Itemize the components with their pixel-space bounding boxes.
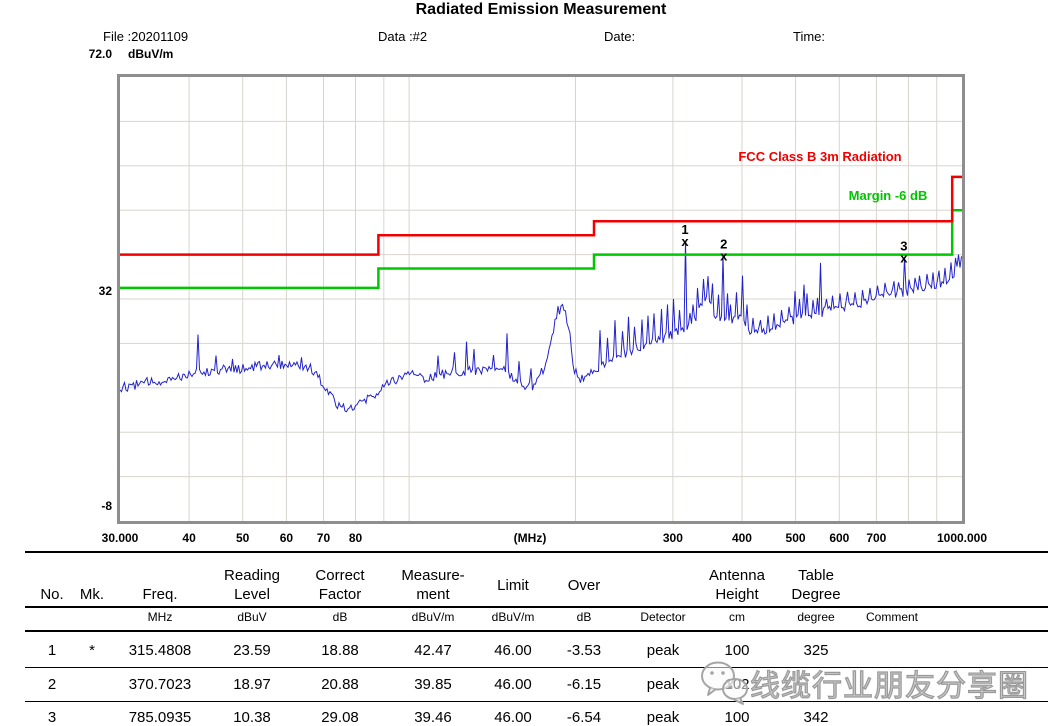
- unit-comment: Comment: [864, 610, 1050, 624]
- spectrum-chart: 1x2x3x FCC Class B 3m Radiation Margin -…: [117, 74, 965, 524]
- data-label: Data :#2: [378, 29, 427, 44]
- cell-no: 3: [28, 709, 76, 726]
- cell-mk: [76, 709, 108, 726]
- unit-mk: [76, 610, 108, 624]
- y-axis-min-label: -8: [58, 499, 112, 513]
- svg-text:x: x: [900, 251, 908, 266]
- cell-measurement: 39.46: [388, 709, 478, 726]
- cell-no: 1: [28, 642, 76, 659]
- x-tick-1000.000: 1000.000: [937, 531, 987, 545]
- unit-limit: dBuV/m: [478, 610, 548, 624]
- cell-reading-level: 18.97: [212, 676, 292, 693]
- y-axis-mid-label: 32: [58, 284, 112, 298]
- cell-reading-level: 23.59: [212, 642, 292, 659]
- y-axis-unit-label: dBuV/m: [128, 47, 208, 61]
- unit-measurement: dBuV/m: [388, 610, 478, 624]
- header-table-degree: Table Degree: [768, 566, 864, 604]
- header-no: No.: [28, 585, 76, 604]
- watermark-text: 线缆行业朋友分享圈: [750, 661, 1029, 705]
- x-tick-600: 600: [829, 531, 849, 545]
- x-tick-30.000: 30.000: [102, 531, 139, 545]
- unit-correct-factor: dB: [292, 610, 388, 624]
- spectrum-plot-svg: 1x2x3x: [120, 77, 962, 521]
- time-label: Time:: [793, 29, 825, 44]
- cell-limit: 46.00: [478, 676, 548, 693]
- x-tick-500: 500: [786, 531, 806, 545]
- cell-measurement: 39.85: [388, 676, 478, 693]
- y-axis-max-label: 72.0: [58, 47, 112, 61]
- x-tick-300: 300: [663, 531, 683, 545]
- table-top-rule: [25, 551, 1048, 553]
- x-tick-60: 60: [280, 531, 293, 545]
- table-header-row: No.Mk.Freq.Reading LevelCorrect FactorMe…: [28, 556, 1050, 604]
- header-mk: Mk.: [76, 585, 108, 604]
- x-tick-400: 400: [732, 531, 752, 545]
- cell-correct-factor: 18.88: [292, 642, 388, 659]
- file-label: File :20201109: [103, 29, 188, 44]
- cell-measurement: 42.47: [388, 642, 478, 659]
- header-freq: Freq.: [108, 585, 212, 604]
- cell-correct-factor: 29.08: [292, 709, 388, 726]
- cell-detector: peak: [620, 642, 706, 659]
- wechat-icon: [698, 658, 750, 708]
- unit-over: dB: [548, 610, 620, 624]
- x-tick-80: 80: [349, 531, 362, 545]
- page-title: Radiated Emission Measurement: [0, 1, 1054, 19]
- cell-freq: 785.0935: [108, 709, 212, 726]
- svg-text:x: x: [720, 248, 728, 263]
- unit-detector: Detector: [620, 610, 706, 624]
- cell-mk: *: [76, 642, 108, 659]
- cell-no: 2: [28, 676, 76, 693]
- margin-line-label: Margin -6 dB: [849, 188, 928, 203]
- header-reading-level: Reading Level: [212, 566, 292, 604]
- header-over: Over: [548, 576, 620, 604]
- cell-freq: 315.4808: [108, 642, 212, 659]
- cell-over: -3.53: [548, 642, 620, 659]
- unit-reading-level: dBuV: [212, 610, 292, 624]
- radiated-emission-report: { "header": { "title": "Radiated Emissio…: [0, 0, 1054, 725]
- table-units-row: MHzdBuVdBdBuV/mdBuV/mdBDetectorcmdegreeC…: [28, 610, 1050, 624]
- cell-correct-factor: 20.88: [292, 676, 388, 693]
- date-label: Date:: [604, 29, 635, 44]
- cell-mk: [76, 676, 108, 693]
- unit-antenna-height: cm: [706, 610, 768, 624]
- unit-freq: MHz: [108, 610, 212, 624]
- header-measurement: Measure- ment: [388, 566, 478, 604]
- x-tick-50: 50: [236, 531, 249, 545]
- cell-over: -6.54: [548, 709, 620, 726]
- cell-freq: 370.7023: [108, 676, 212, 693]
- cell-limit: 46.00: [478, 642, 548, 659]
- x-axis-unit-label: (MHz): [514, 531, 547, 545]
- cell-detector: peak: [620, 676, 706, 693]
- watermark: 线缆行业朋友分享圈: [698, 654, 1054, 712]
- table-units-rule: [25, 630, 1048, 632]
- cell-detector: peak: [620, 709, 706, 726]
- svg-text:x: x: [681, 234, 689, 249]
- cell-limit: 46.00: [478, 709, 548, 726]
- cell-over: -6.15: [548, 676, 620, 693]
- header-correct-factor: Correct Factor: [292, 566, 388, 604]
- header-antenna-height: Antenna Height: [706, 566, 768, 604]
- limit-line-label: FCC Class B 3m Radiation: [738, 149, 901, 164]
- x-tick-40: 40: [182, 531, 195, 545]
- header-limit: Limit: [478, 576, 548, 604]
- unit-no: [28, 610, 76, 624]
- table-header-rule: [25, 606, 1048, 608]
- x-tick-70: 70: [317, 531, 330, 545]
- unit-table-degree: degree: [768, 610, 864, 624]
- cell-reading-level: 10.38: [212, 709, 292, 726]
- x-tick-700: 700: [866, 531, 886, 545]
